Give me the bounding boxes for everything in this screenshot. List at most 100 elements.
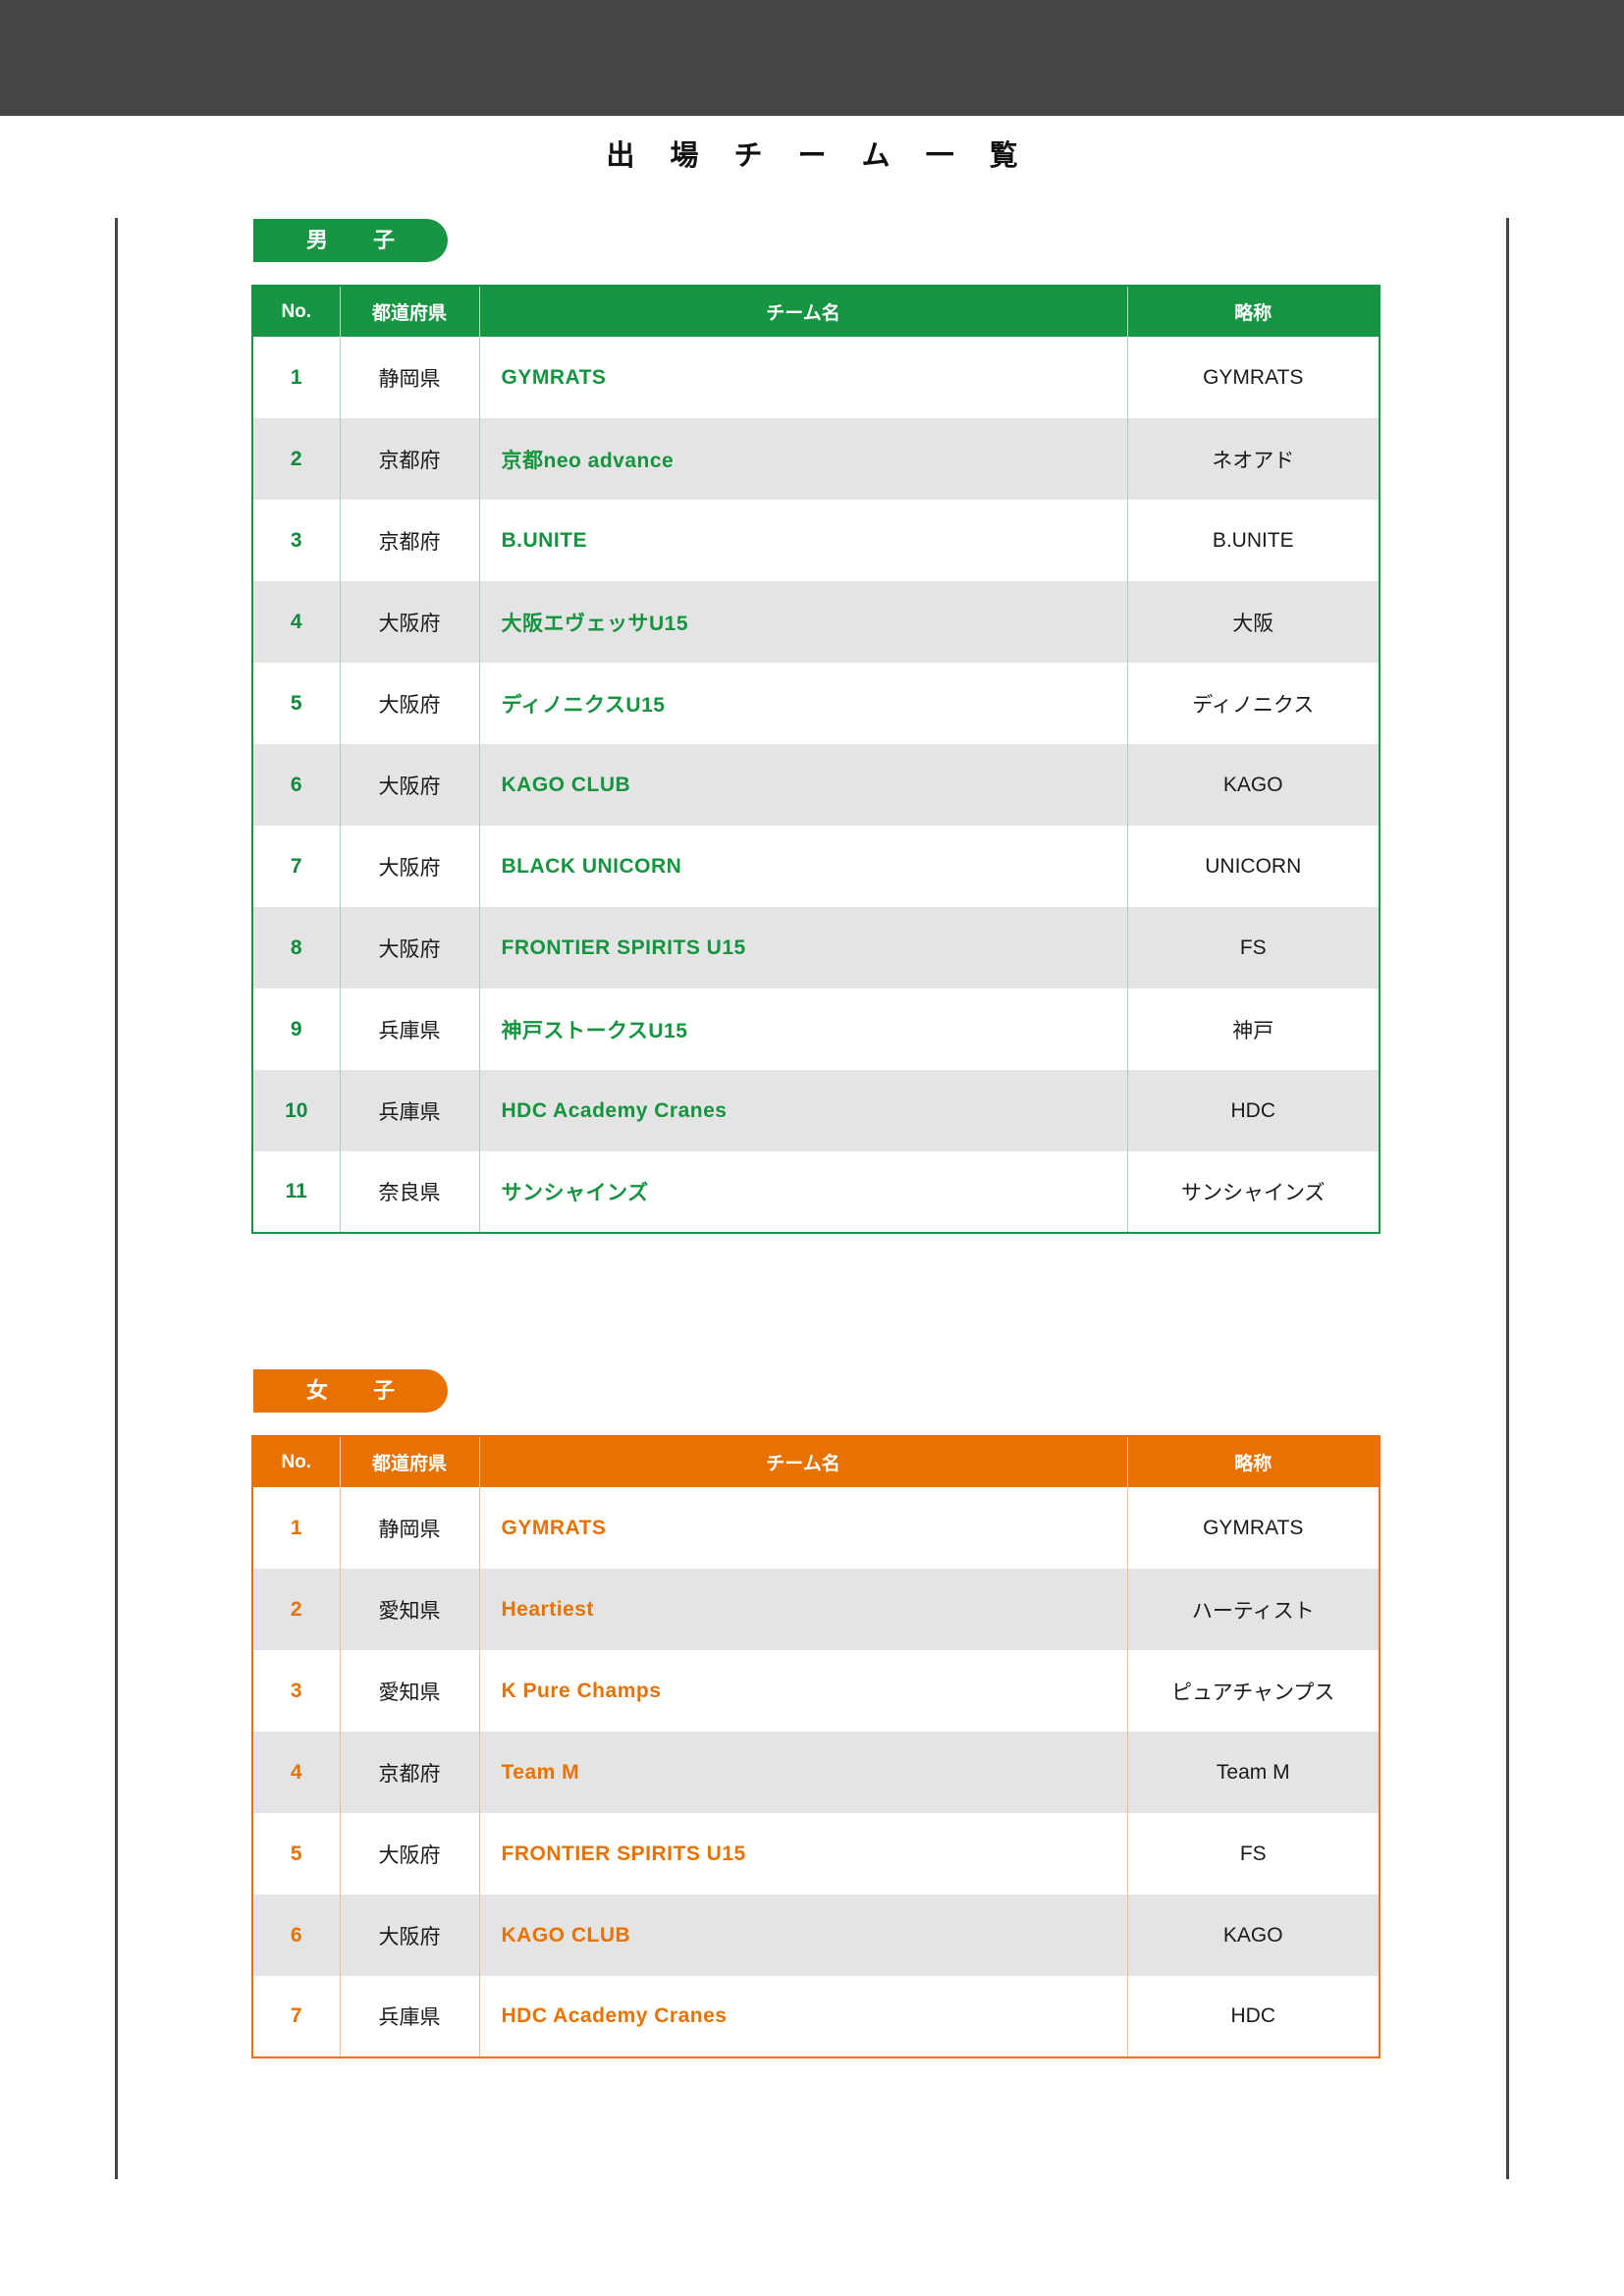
section-badge-women: 女 子	[253, 1369, 448, 1413]
cell-name: GYMRATS	[479, 1487, 1128, 1569]
top-dark-band	[0, 0, 1624, 116]
cell-pref: 静岡県	[340, 337, 480, 418]
cell-abbr: GYMRATS	[1203, 1516, 1304, 1539]
cell-no: 1	[252, 1487, 341, 1569]
page-root: 出 場 チ ー ム 一 覧 男 子 No. 都道府県 チーム名 略称 1 静岡県…	[0, 0, 1624, 2296]
cell-name: BLACK UNICORN	[479, 826, 1128, 907]
table-row: 11 奈良県 サンシャインズ サンシャインズ	[252, 1151, 1380, 1233]
table-header-row: No. 都道府県 チーム名 略称	[252, 286, 1380, 337]
table-row: 7 兵庫県 HDC Academy Cranes HDC	[252, 1976, 1380, 2057]
cell-pref: 大阪府	[340, 1813, 480, 1895]
cell-no: 7	[252, 1976, 341, 2057]
cell-pref: 奈良県	[340, 1151, 480, 1233]
cell-pref: 大阪府	[340, 907, 480, 988]
cell-name: Team M	[479, 1732, 1128, 1813]
cell-no: 3	[252, 500, 341, 581]
cell-pref: 京都府	[340, 418, 480, 500]
cell-abbr: KAGO	[1127, 1895, 1380, 1976]
cell-pref: 大阪府	[340, 581, 480, 663]
cell-no: 2	[252, 418, 341, 500]
column-header-name: チーム名	[479, 286, 1128, 337]
table-row: 5 大阪府 ディノニクスU15 ディノニクス	[252, 663, 1380, 744]
cell-no: 1	[252, 337, 341, 418]
women-table-body: 1 静岡県 GYMRATS GYMRATS 2 愛知県 Heartiest ハー…	[252, 1487, 1380, 2057]
cell-no: 3	[252, 1650, 341, 1732]
cell-abbr: ディノニクス	[1192, 693, 1315, 717]
men-teams-table: No. 都道府県 チーム名 略称 1 静岡県 GYMRATS GYMRATS 2…	[251, 285, 1380, 1234]
cell-name: B.UNITE	[479, 500, 1128, 581]
cell-abbr: Team M	[1127, 1732, 1380, 1813]
section-badge-men: 男 子	[253, 219, 448, 262]
column-header-pref: 都道府県	[340, 1436, 480, 1487]
cell-abbr: 神戸	[1232, 1019, 1274, 1042]
table-row: 8 大阪府 FRONTIER SPIRITS U15 FS	[252, 907, 1380, 988]
cell-no: 2	[252, 1569, 341, 1650]
cell-abbr: ピュアチャンプス	[1171, 1681, 1335, 1704]
cell-no: 5	[252, 663, 341, 744]
cell-name: HDC Academy Cranes	[479, 1976, 1128, 2057]
table-row: 6 大阪府 KAGO CLUB KAGO	[252, 744, 1380, 826]
cell-name: 大阪エヴェッサU15	[479, 581, 1128, 663]
cell-pref: 大阪府	[340, 744, 480, 826]
table-row: 1 静岡県 GYMRATS GYMRATS	[252, 337, 1380, 418]
cell-abbr: ネオアド	[1127, 418, 1380, 500]
cell-no: 6	[252, 1895, 341, 1976]
column-header-no: No.	[252, 1436, 341, 1487]
cell-pref: 兵庫県	[340, 988, 480, 1070]
right-vertical-rule	[1506, 218, 1509, 2179]
table-row: 2 京都府 京都neo advance ネオアド	[252, 418, 1380, 500]
cell-name: 京都neo advance	[479, 418, 1128, 500]
cell-name: Heartiest	[479, 1569, 1128, 1650]
column-header-no: No.	[252, 286, 341, 337]
cell-name: FRONTIER SPIRITS U15	[479, 907, 1128, 988]
cell-pref: 大阪府	[340, 826, 480, 907]
cell-no: 4	[252, 1732, 341, 1813]
left-vertical-rule	[115, 218, 118, 2179]
table-row: 5 大阪府 FRONTIER SPIRITS U15 FS	[252, 1813, 1380, 1895]
cell-abbr: サンシャインズ	[1180, 1182, 1326, 1204]
cell-name: GYMRATS	[479, 337, 1128, 418]
cell-pref: 静岡県	[340, 1487, 480, 1569]
cell-name: 神戸ストークスU15	[479, 988, 1128, 1070]
cell-abbr: B.UNITE	[1212, 528, 1294, 552]
column-header-pref: 都道府県	[340, 286, 480, 337]
cell-abbr: HDC	[1230, 2004, 1276, 2027]
table-row: 6 大阪府 KAGO CLUB KAGO	[252, 1895, 1380, 1976]
cell-no: 11	[252, 1151, 341, 1233]
table-row: 2 愛知県 Heartiest ハーティスト	[252, 1569, 1380, 1650]
cell-abbr: KAGO	[1127, 744, 1380, 826]
table-row: 3 京都府 B.UNITE B.UNITE	[252, 500, 1380, 581]
cell-pref: 大阪府	[340, 663, 480, 744]
cell-pref: 愛知県	[340, 1650, 480, 1732]
cell-pref: 兵庫県	[340, 1070, 480, 1151]
page-title: 出 場 チ ー ム 一 覧	[606, 140, 1032, 172]
women-teams-table: No. 都道府県 チーム名 略称 1 静岡県 GYMRATS GYMRATS 2…	[251, 1435, 1380, 2058]
cell-no: 4	[252, 581, 341, 663]
cell-name: サンシャインズ	[479, 1151, 1128, 1233]
table-header-row: No. 都道府県 チーム名 略称	[252, 1436, 1380, 1487]
table-row: 3 愛知県 K Pure Champs ピュアチャンプス	[252, 1650, 1380, 1732]
cell-name: FRONTIER SPIRITS U15	[479, 1813, 1128, 1895]
table-row: 7 大阪府 BLACK UNICORN UNICORN	[252, 826, 1380, 907]
cell-abbr: FS	[1239, 1842, 1267, 1865]
column-header-abbr: 略称	[1127, 286, 1380, 337]
column-header-abbr: 略称	[1127, 1436, 1380, 1487]
cell-no: 9	[252, 988, 341, 1070]
cell-name: K Pure Champs	[479, 1650, 1128, 1732]
cell-pref: 京都府	[340, 500, 480, 581]
cell-no: 8	[252, 907, 341, 988]
cell-no: 7	[252, 826, 341, 907]
table-row: 1 静岡県 GYMRATS GYMRATS	[252, 1487, 1380, 1569]
cell-abbr: GYMRATS	[1203, 365, 1304, 389]
cell-name: KAGO CLUB	[479, 1895, 1128, 1976]
cell-name: HDC Academy Cranes	[479, 1070, 1128, 1151]
cell-pref: 大阪府	[340, 1895, 480, 1976]
cell-abbr: HDC	[1127, 1070, 1380, 1151]
cell-pref: 京都府	[340, 1732, 480, 1813]
cell-pref: 兵庫県	[340, 1976, 480, 2057]
cell-name: KAGO CLUB	[479, 744, 1128, 826]
cell-abbr: FS	[1127, 907, 1380, 988]
table-row: 9 兵庫県 神戸ストークスU15 神戸	[252, 988, 1380, 1070]
table-row: 10 兵庫県 HDC Academy Cranes HDC	[252, 1070, 1380, 1151]
cell-abbr: UNICORN	[1205, 854, 1302, 878]
